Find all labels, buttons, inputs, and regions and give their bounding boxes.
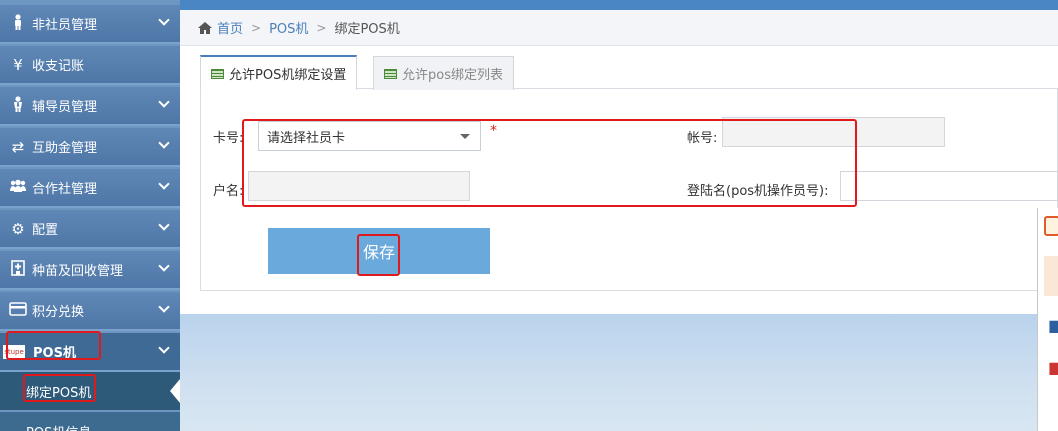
widget-avatar-icon: [1044, 256, 1058, 296]
widget-text-icon: ■: [1048, 316, 1058, 335]
sidebar-subitem-label: POS机信息: [26, 422, 91, 431]
chevron-down-icon: [158, 301, 170, 313]
chevron-down-icon: [158, 137, 170, 149]
home-icon[interactable]: [197, 21, 213, 35]
tab-label: 允许pos绑定列表: [402, 68, 503, 83]
chevron-down-icon: [158, 14, 170, 26]
sidebar-item-label: 种苗及回收管理: [32, 264, 124, 279]
login-name-field[interactable]: [840, 171, 1058, 201]
member-card-select[interactable]: 请选择社员卡: [258, 121, 481, 151]
sidebar-item-label: 配置: [32, 223, 59, 238]
tab-bind-list[interactable]: 允许pos绑定列表: [373, 56, 514, 90]
list-icon: [211, 68, 224, 79]
sidebar-subitem-label: 绑定POS机: [26, 385, 92, 401]
breadcrumb-separator-icon: >: [251, 20, 262, 35]
sidebar-item-label: 收支记账: [32, 59, 85, 74]
breadcrumb-pos[interactable]: POS机: [269, 18, 308, 37]
breadcrumb-separator-icon: >: [316, 20, 327, 35]
floating-side-widget[interactable]: ■ ■: [1037, 208, 1058, 431]
sidebar-subitem-pos-info[interactable]: POS机信息: [0, 412, 180, 431]
chevron-down-icon: [158, 178, 170, 190]
card-number-label: 卡号:: [213, 131, 244, 146]
sidebar-item-mutual-fund[interactable]: ⇄ 互助金管理: [0, 128, 180, 167]
sidebar-item-counselor[interactable]: 辅导员管理: [0, 87, 180, 126]
chevron-down-icon: [158, 260, 170, 272]
widget-text-icon: ■: [1048, 358, 1058, 377]
sidebar-item-label: 非社员管理: [32, 18, 98, 33]
sidebar-item-pos[interactable]: stupe POS机: [0, 333, 180, 372]
sidebar-item-label: 辅导员管理: [32, 100, 98, 115]
list-icon: [384, 68, 397, 79]
exchange-icon: ⇄: [11, 137, 25, 156]
save-button-label: 保存: [362, 243, 395, 262]
widget-logo-icon: [1044, 216, 1058, 236]
account-name-field[interactable]: [248, 171, 470, 201]
sidebar-item-seedling[interactable]: 种苗及回收管理: [0, 251, 180, 290]
tab-bind-settings[interactable]: 允许POS机绑定设置: [200, 55, 358, 90]
caret-down-icon: [460, 134, 470, 139]
tab-label: 允许POS机绑定设置: [229, 68, 347, 83]
person-tie-icon: [6, 95, 30, 116]
select-value: 请选择社员卡: [267, 130, 346, 146]
sidebar-subitem-bind-pos[interactable]: 绑定POS机: [0, 372, 180, 410]
group-icon: [6, 179, 30, 197]
hospital-icon: [6, 259, 30, 280]
sidebar-item-points[interactable]: 积分兑换: [0, 292, 180, 331]
save-button[interactable]: 保存: [268, 228, 490, 274]
sidebar-item-label: POS机: [33, 346, 76, 361]
sidebar-item-label: 积分兑换: [32, 305, 85, 320]
page-background: [180, 314, 1058, 431]
account-label: 帐号:: [687, 131, 718, 146]
account-field[interactable]: [722, 117, 945, 147]
account-name-label: 户名:: [213, 184, 244, 199]
breadcrumb-home[interactable]: 首页: [217, 18, 243, 37]
sidebar-item-ledger[interactable]: ¥ 收支记账: [0, 46, 180, 85]
gears-icon: ⚙: [11, 219, 25, 238]
credit-card-icon: [6, 301, 30, 320]
person-icon: [6, 13, 30, 34]
breadcrumb: 首页 > POS机 > 绑定POS机: [180, 10, 1058, 46]
login-name-label: 登陆名(pos机操作员号):: [687, 184, 829, 199]
yen-icon: ¥: [13, 55, 23, 74]
chevron-down-icon: [158, 342, 170, 354]
sidebar-item-non-member[interactable]: 非社员管理: [0, 5, 180, 44]
sidebar-item-config[interactable]: ⚙ 配置: [0, 210, 180, 249]
required-mark: *: [490, 123, 497, 139]
chevron-down-icon: [158, 96, 170, 108]
sidebar-item-label: 互助金管理: [32, 141, 98, 156]
breadcrumb-current: 绑定POS机: [334, 22, 400, 37]
chevron-down-icon: [158, 219, 170, 231]
sidebar-item-label: 合作社管理: [32, 182, 98, 197]
sidebar-item-cooperative[interactable]: 合作社管理: [0, 169, 180, 208]
stupe-logo-icon: stupe: [3, 344, 25, 359]
sidebar: 非社员管理 ¥ 收支记账 辅导员管理 ⇄ 互助金管理 合作社管理 ⚙ 配置 种苗…: [0, 0, 180, 431]
active-pointer-icon: [170, 379, 180, 403]
